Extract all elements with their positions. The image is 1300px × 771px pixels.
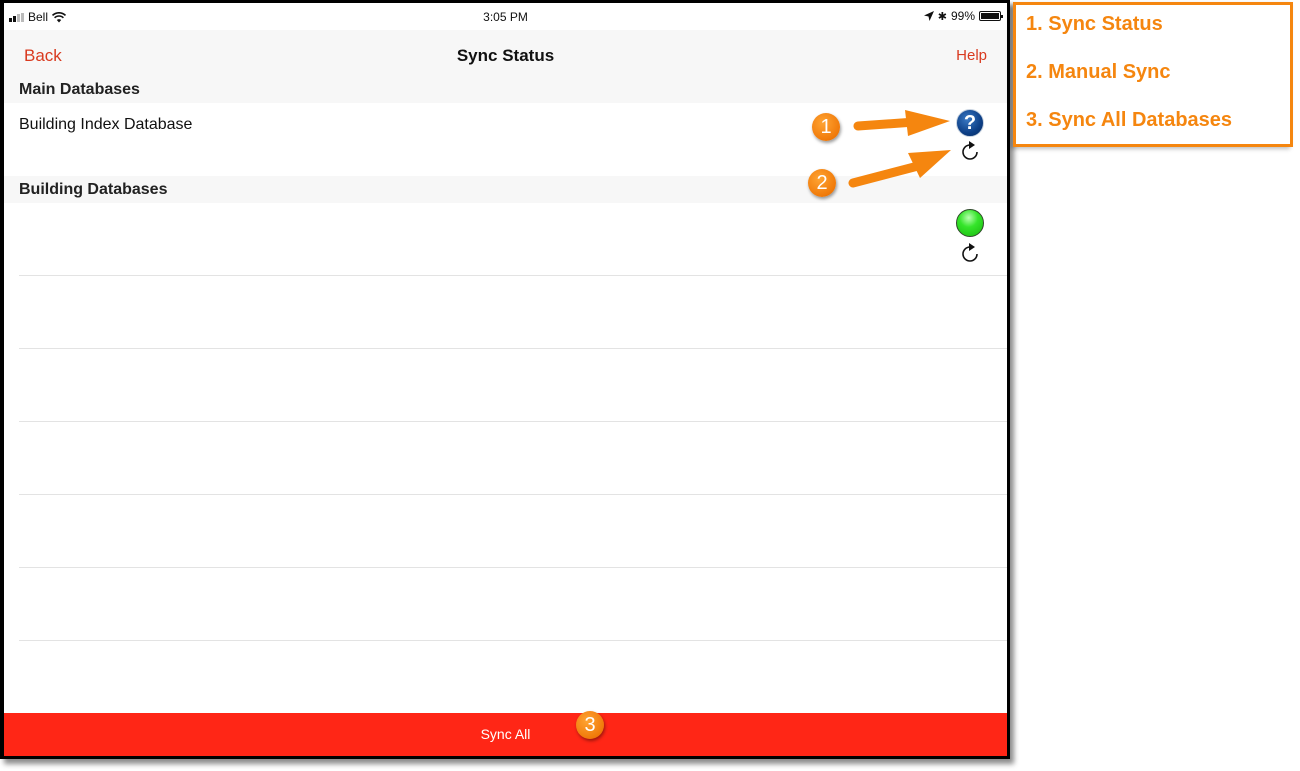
- database-row[interactable]: Building Index Database ?: [4, 103, 1007, 176]
- section-header-building-databases: Building Databases: [4, 176, 1007, 203]
- question-mark-icon[interactable]: ?: [956, 109, 984, 137]
- database-row[interactable]: [4, 422, 1007, 495]
- annotation-legend: 1. Sync Status 2. Manual Sync 3. Sync Al…: [1013, 2, 1293, 147]
- status-bar: Bell 3:05 PM ✱ 99%: [4, 3, 1007, 30]
- help-button[interactable]: Help: [956, 47, 987, 64]
- location-arrow-icon: [923, 11, 934, 21]
- legend-item-sync-all: 3. Sync All Databases: [1026, 109, 1233, 131]
- ipad-screen: Bell 3:05 PM ✱ 99% Back Sync Status Help…: [0, 0, 1010, 759]
- annotation-badge-1: 1: [812, 113, 840, 141]
- bluetooth-icon: ✱: [937, 10, 947, 23]
- annotation-badge-3: 3: [576, 711, 604, 739]
- status-time: 3:05 PM: [483, 10, 528, 24]
- navigation-bar: Back Sync Status Help: [4, 30, 1007, 76]
- database-name: Building Index Database: [19, 116, 193, 133]
- legend-item-sync-status: 1. Sync Status: [1026, 13, 1163, 35]
- refresh-icon[interactable]: [959, 141, 981, 163]
- green-status-icon[interactable]: [956, 209, 984, 237]
- section-header-main-databases: Main Databases: [4, 76, 1007, 103]
- battery-icon: [979, 11, 1003, 21]
- annotation-badge-2: 2: [808, 169, 836, 197]
- legend-item-manual-sync: 2. Manual Sync: [1026, 61, 1171, 83]
- refresh-icon[interactable]: [959, 243, 981, 265]
- database-row[interactable]: [4, 568, 1007, 641]
- database-row[interactable]: [4, 349, 1007, 422]
- battery-percent: 99%: [950, 9, 975, 23]
- database-row[interactable]: [4, 276, 1007, 349]
- page-title: Sync Status: [456, 46, 555, 65]
- database-row[interactable]: [4, 641, 1007, 713]
- sync-all-button[interactable]: Sync All: [4, 713, 1007, 756]
- database-row[interactable]: [4, 203, 1007, 276]
- database-row[interactable]: [4, 495, 1007, 568]
